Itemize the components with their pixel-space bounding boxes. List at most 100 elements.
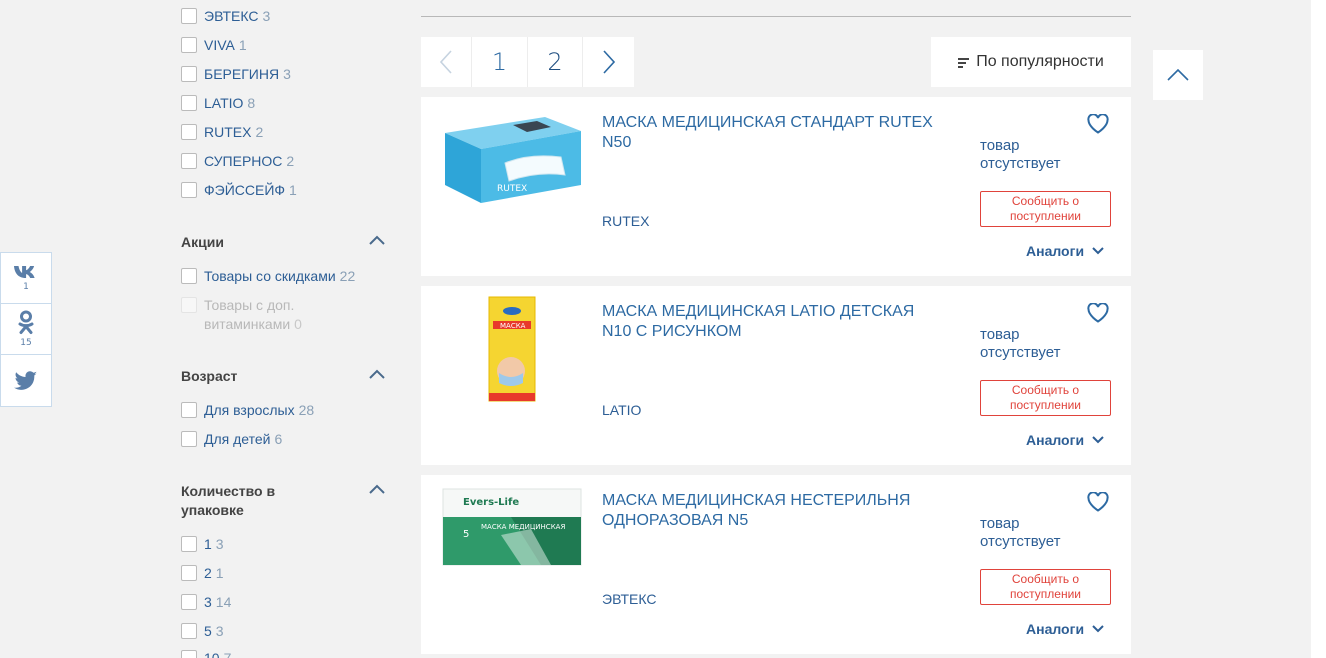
mask-kids-box-image: МАСКА xyxy=(488,296,536,402)
ok-share-count: 15 xyxy=(20,338,32,348)
filter-count: 0 xyxy=(294,316,302,332)
filter-count: 2 xyxy=(286,153,295,169)
pagination: 1 2 xyxy=(421,37,634,87)
product-title-link[interactable]: МАСКА МЕДИЦИНСКАЯ СТАНДАРТ RUTEX N50 xyxy=(602,113,942,153)
checkbox[interactable] xyxy=(181,650,197,658)
filter-pack-10[interactable]: 10 7 xyxy=(181,650,231,658)
chevron-down-icon xyxy=(1092,247,1104,255)
filter-label: 3 xyxy=(204,594,212,610)
availability-status: товар отсутствует xyxy=(980,515,1061,550)
checkbox[interactable] xyxy=(181,268,197,284)
filter-count: 6 xyxy=(274,431,283,447)
checkbox[interactable] xyxy=(181,124,197,140)
box-print: RUTEX xyxy=(497,184,527,194)
filter-group-age-header[interactable]: Возраст xyxy=(181,367,391,386)
product-brand[interactable]: RUTEX xyxy=(602,213,649,229)
checkbox[interactable] xyxy=(181,565,197,581)
checkbox[interactable] xyxy=(181,594,197,610)
vk-share-count: 1 xyxy=(23,282,29,292)
filter-count: 28 xyxy=(298,402,315,418)
analogs-toggle[interactable]: Аналоги xyxy=(1026,621,1104,637)
checkbox[interactable] xyxy=(181,153,197,169)
sort-label: По популярности xyxy=(976,53,1104,70)
filter-count: 1 xyxy=(289,182,297,198)
twitter-icon xyxy=(14,370,37,390)
twitter-share-button[interactable] xyxy=(1,355,51,406)
checkbox[interactable] xyxy=(181,431,197,447)
heart-icon[interactable] xyxy=(1087,114,1109,134)
filter-label: ЭВТЕКС xyxy=(204,8,259,24)
filter-age-adults[interactable]: Для взрослых 28 xyxy=(181,402,314,418)
checkbox[interactable] xyxy=(181,536,197,552)
product-image[interactable]: МАСКА xyxy=(441,296,583,402)
heart-icon[interactable] xyxy=(1087,303,1109,323)
next-page-button[interactable] xyxy=(583,37,634,87)
chevron-up-icon xyxy=(369,369,385,379)
filter-brand-supernos[interactable]: СУПЕРНОС 2 xyxy=(181,153,294,169)
filter-group-title: Количество в упаковке xyxy=(181,483,276,518)
box-print: МАСКА МЕДИЦИНСКАЯ xyxy=(481,523,565,531)
checkbox[interactable] xyxy=(181,37,197,53)
product-brand[interactable]: LATIO xyxy=(602,402,641,418)
box-print: Evers-Life xyxy=(463,497,519,508)
filter-brand-viva[interactable]: VIVA 1 xyxy=(181,37,247,53)
notify-arrival-button[interactable]: Сообщить о поступлении xyxy=(980,380,1111,416)
notify-arrival-button[interactable]: Сообщить о поступлении xyxy=(980,569,1111,605)
analogs-toggle[interactable]: Аналоги xyxy=(1026,432,1104,448)
product-image[interactable]: RUTEX xyxy=(441,111,583,207)
box-print: МАСКА xyxy=(500,322,526,330)
filter-label: VIVA xyxy=(204,37,235,53)
notify-arrival-button[interactable]: Сообщить о поступлении xyxy=(980,191,1111,227)
filter-age-kids[interactable]: Для детей 6 xyxy=(181,431,282,447)
filter-label: Товары с доп. витаминками xyxy=(204,297,295,332)
scroll-to-top-button[interactable] xyxy=(1153,50,1203,100)
filter-group-promo-header[interactable]: Акции xyxy=(181,233,391,252)
filter-group-title: Возраст xyxy=(181,368,238,384)
checkbox[interactable] xyxy=(181,402,197,418)
analogs-label: Аналоги xyxy=(1026,621,1085,637)
filter-pack-2[interactable]: 21 xyxy=(181,565,224,581)
filter-promo-discounts[interactable]: Товары со скидками 22 xyxy=(181,268,355,284)
filter-brand-latio[interactable]: LATIO 8 xyxy=(181,95,255,111)
filter-group-title: Акции xyxy=(181,234,224,250)
filter-brand-bereginya[interactable]: БЕРЕГИНЯ 3 xyxy=(181,66,291,82)
filter-count: 7 xyxy=(223,650,232,658)
product-brand[interactable]: ЭВТЕКС xyxy=(602,591,656,607)
checkbox[interactable] xyxy=(181,66,197,82)
checkbox-disabled xyxy=(181,297,197,313)
product-title-link[interactable]: МАСКА МЕДИЦИНСКАЯ LATIO ДЕТСКАЯ N10 С РИ… xyxy=(602,302,942,342)
checkbox[interactable] xyxy=(181,95,197,111)
analogs-toggle[interactable]: Аналоги xyxy=(1026,243,1104,259)
filter-label: 1 xyxy=(204,536,212,552)
social-share-panel: 1 15 xyxy=(0,252,52,407)
vk-share-button[interactable]: 1 xyxy=(1,253,51,304)
filter-label: БЕРЕГИНЯ xyxy=(204,66,280,82)
filter-brand-facesafe[interactable]: ФЭЙССЕЙФ 1 xyxy=(181,182,297,198)
filter-brand-rutex[interactable]: RUTEX 2 xyxy=(181,124,263,140)
product-card: Evers-Life МАСКА МЕДИЦИНСКАЯ 5 МАСКА МЕД… xyxy=(421,475,1131,654)
product-title-link[interactable]: МАСКА МЕДИЦИНСКАЯ НЕСТЕРИЛЬНЯ ОДНОРАЗОВА… xyxy=(602,491,942,531)
page-2-button-current[interactable]: 2 xyxy=(528,37,583,87)
ok-share-button[interactable]: 15 xyxy=(1,304,51,355)
filter-count: 1 xyxy=(238,37,247,53)
checkbox[interactable] xyxy=(181,182,197,198)
filter-count: 3 xyxy=(262,8,271,24)
chevron-down-icon xyxy=(1092,625,1104,633)
filter-label: Товары со скидками xyxy=(204,268,336,284)
availability-status: товар отсутствует xyxy=(980,137,1061,172)
filter-pack-5[interactable]: 53 xyxy=(181,623,224,639)
sort-dropdown[interactable]: По популярности xyxy=(931,37,1131,87)
product-image[interactable]: Evers-Life МАСКА МЕДИЦИНСКАЯ 5 xyxy=(441,485,583,569)
filter-label: Для детей xyxy=(204,431,271,447)
heart-icon[interactable] xyxy=(1087,492,1109,512)
prev-page-button[interactable] xyxy=(421,37,472,87)
filter-pack-3[interactable]: 3 14 xyxy=(181,594,231,610)
filter-pack-1[interactable]: 13 xyxy=(181,536,224,552)
checkbox[interactable] xyxy=(181,8,197,24)
page-1-button[interactable]: 1 xyxy=(472,37,528,87)
checkbox[interactable] xyxy=(181,623,197,639)
filter-label: 5 xyxy=(204,623,212,639)
filter-group-pack-header[interactable]: Количество в упаковке xyxy=(181,482,391,520)
filter-count: 3 xyxy=(215,623,224,639)
filter-brand-evtex[interactable]: ЭВТЕКС 3 xyxy=(181,8,270,24)
